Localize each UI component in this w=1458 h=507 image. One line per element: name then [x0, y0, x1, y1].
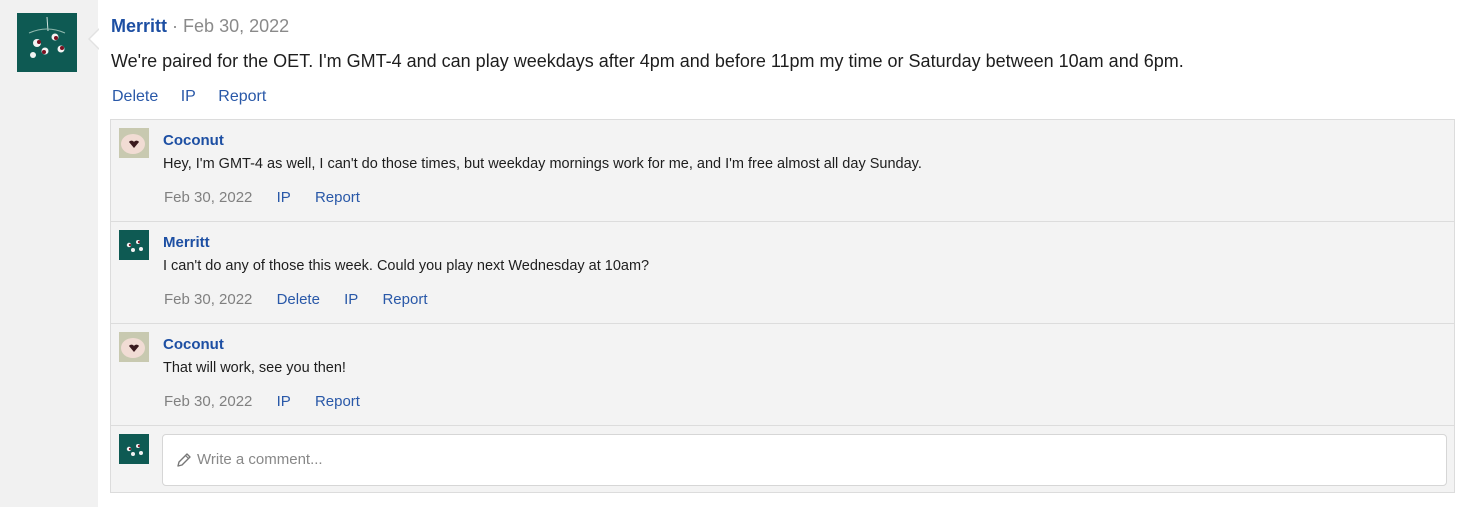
post-pointer-inner	[90, 29, 100, 49]
comment-composer: Write a comment...	[111, 426, 1454, 492]
coconut-avatar-icon	[119, 332, 149, 362]
comment-author[interactable]: Merritt	[163, 234, 210, 252]
comment-text: Hey, I'm GMT-4 as well, I can't do those…	[163, 156, 922, 172]
post-delete-link[interactable]: Delete	[112, 88, 158, 105]
comment-text: That will work, see you then!	[163, 360, 346, 376]
comment-input[interactable]: Write a comment...	[162, 434, 1447, 486]
post-report-link[interactable]: Report	[218, 88, 266, 105]
comment-text: I can't do any of those this week. Could…	[163, 258, 650, 274]
merritt-avatar[interactable]	[119, 230, 149, 260]
comments-section: Coconut Hey, I'm GMT-4 as well, I can't …	[110, 119, 1455, 493]
comment-report-link[interactable]: Report	[382, 291, 427, 308]
post-ip-link[interactable]: IP	[181, 88, 196, 105]
pencil-icon	[177, 453, 191, 467]
post-header: Merritt · Feb 30, 2022	[111, 15, 289, 37]
comment-item: Coconut That will work, see you then! Fe…	[111, 324, 1454, 426]
comment-actions: Feb 30, 2022 IP Report	[164, 189, 380, 207]
merritt-avatar-icon	[119, 434, 149, 464]
comment-actions: Feb 30, 2022 IP Report	[164, 393, 380, 411]
left-rail	[0, 0, 98, 507]
comment-date: Feb 30, 2022	[164, 291, 253, 308]
comment-date: Feb 30, 2022	[164, 189, 253, 206]
comment-item: Coconut Hey, I'm GMT-4 as well, I can't …	[111, 120, 1454, 222]
comment-ip-link[interactable]: IP	[277, 189, 291, 206]
post-actions: Delete IP Report	[112, 87, 284, 107]
post-author[interactable]: Merritt	[111, 16, 167, 36]
comment-author[interactable]: Coconut	[163, 336, 224, 354]
merritt-avatar[interactable]	[17, 13, 77, 72]
coconut-avatar[interactable]	[119, 332, 149, 362]
comment-report-link[interactable]: Report	[315, 393, 360, 410]
post-separator: ·	[172, 16, 179, 36]
merritt-avatar-icon	[17, 13, 77, 72]
comment-date: Feb 30, 2022	[164, 393, 253, 410]
comment-ip-link[interactable]: IP	[277, 393, 291, 410]
comment-author[interactable]: Coconut	[163, 132, 224, 150]
post-date: Feb 30, 2022	[183, 16, 290, 36]
coconut-avatar[interactable]	[119, 128, 149, 158]
comment-report-link[interactable]: Report	[315, 189, 360, 206]
comment-actions: Feb 30, 2022 Delete IP Report	[164, 291, 448, 309]
current-user-avatar	[119, 434, 149, 464]
post-body: We're paired for the OET. I'm GMT-4 and …	[111, 51, 1184, 71]
comment-placeholder: Write a comment...	[197, 451, 323, 468]
comment-ip-link[interactable]: IP	[344, 291, 358, 308]
comment-item: Merritt I can't do any of those this wee…	[111, 222, 1454, 324]
comment-delete-link[interactable]: Delete	[277, 291, 320, 308]
merritt-avatar-icon	[119, 230, 149, 260]
coconut-avatar-icon	[119, 128, 149, 158]
